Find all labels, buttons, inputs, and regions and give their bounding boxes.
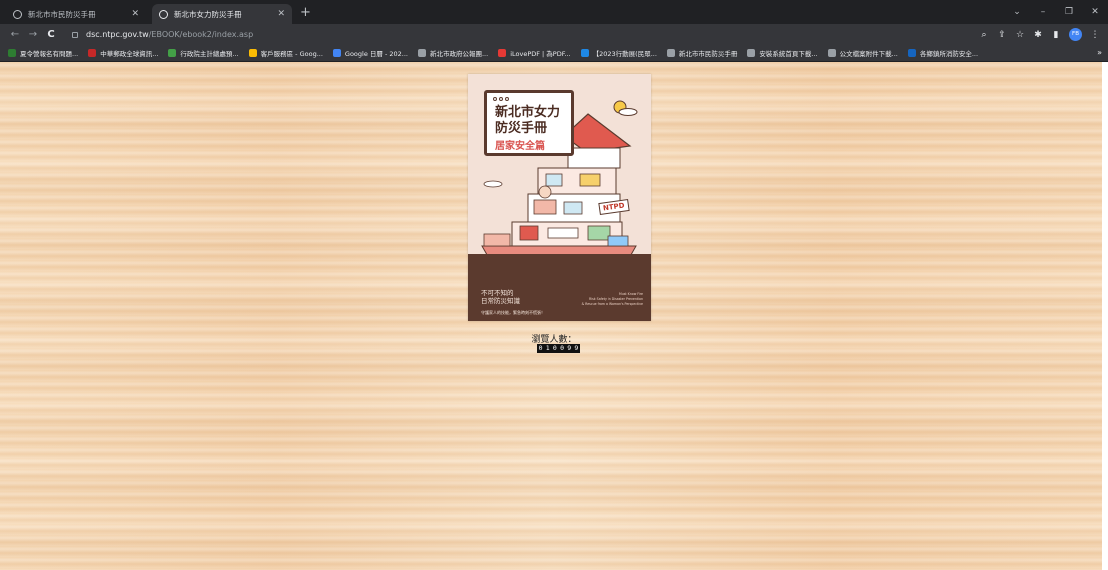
bookmark-favicon-icon xyxy=(88,49,97,57)
bookmark-item[interactable]: 公文檔案附件下載... xyxy=(827,48,898,58)
cover-tagline: 守護家人的技能，緊急時刻不慌張！ xyxy=(481,310,545,315)
bookmark-item[interactable]: 安裝系統首頁下載... xyxy=(747,48,818,58)
tab-0[interactable]: 新北市市民防災手冊 ✕ xyxy=(6,4,146,24)
bookmark-label: iLovePDF | 為PDF... xyxy=(510,50,571,58)
cover-lead-text: 不可不知的 日常防災知識 xyxy=(481,289,520,305)
counter-digit: 1 xyxy=(545,344,550,352)
bookmark-label: 客戶服務區 - Goog... xyxy=(260,50,323,58)
window-controls: ⌄ – ❐ ✕ xyxy=(1004,0,1108,24)
toolbar-actions: ⌕ ⇪ ☆ ✱ ▮ FB ⋮ xyxy=(975,24,1104,45)
lock-icon[interactable] xyxy=(72,31,78,38)
address-bar[interactable]: dsc.ntpc.gov.tw/EBOOK/ebook2/index.asp xyxy=(72,26,972,43)
cover-subtitle: 居家安全篇 xyxy=(495,141,545,152)
tab-title: 新北市市民防災手冊 xyxy=(28,9,96,19)
tab-search-icon[interactable]: ⌄ xyxy=(1004,7,1030,17)
counter-digit: 0 xyxy=(552,344,557,352)
visitor-counter: 0 1 0 0 9 9 xyxy=(537,344,580,353)
bookmark-label: 【2023行動展(民眾... xyxy=(592,50,657,58)
bookmark-item[interactable]: 新北市市民防災手冊 xyxy=(666,48,738,58)
share-icon[interactable]: ⇪ xyxy=(993,30,1011,40)
window-dots-icon xyxy=(493,97,509,101)
close-window-button[interactable]: ✕ xyxy=(1082,7,1108,17)
bookmark-item[interactable]: Google 日曆 - 202... xyxy=(332,48,408,58)
counter-digit: 9 xyxy=(567,344,572,352)
bookmark-favicon-icon xyxy=(332,49,341,57)
close-icon[interactable]: ✕ xyxy=(131,9,139,19)
bookmark-label: 各鄉鎮所消防安全... xyxy=(919,50,979,58)
bookmark-label: 公文檔案附件下載... xyxy=(839,50,898,58)
bookmark-favicon-icon xyxy=(747,49,756,57)
bookmark-item[interactable]: 各鄉鎮所消防安全... xyxy=(907,48,979,58)
counter-digit: 0 xyxy=(560,344,564,352)
bookmarks-overflow-icon[interactable]: » xyxy=(1097,48,1102,57)
cover-english-text: Must Know Fire Risk Safety in Disaster P… xyxy=(581,292,643,306)
bookmark-label: 新北市市民防災手冊 xyxy=(678,50,738,58)
bookmark-item[interactable]: 客戶服務區 - Goog... xyxy=(248,48,323,58)
tab-title: 新北市女力防災手冊 xyxy=(174,9,242,19)
cover-title: 新北市女力 防災手冊 xyxy=(495,105,561,136)
bookmark-item[interactable]: 中華郵政全球資訊... xyxy=(88,48,158,58)
minimize-button[interactable]: – xyxy=(1030,7,1056,17)
tab-strip: 新北市市民防災手冊 ✕ 新北市女力防災手冊 ✕ + ⌄ – ❐ ✕ xyxy=(0,0,1108,24)
restore-button[interactable]: ❐ xyxy=(1056,7,1082,17)
bookmark-favicon-icon xyxy=(417,49,426,57)
bookmark-favicon-icon xyxy=(168,49,177,57)
bookmark-favicon-icon xyxy=(248,49,257,57)
extensions-icon[interactable]: ✱ xyxy=(1029,30,1047,40)
side-panel-icon[interactable]: ▮ xyxy=(1047,30,1065,40)
bookmark-item[interactable]: 【2023行動展(民眾... xyxy=(580,48,657,58)
zoom-icon[interactable]: ⌕ xyxy=(975,30,993,40)
globe-icon xyxy=(13,9,22,19)
bookmark-favicon-icon xyxy=(8,49,16,57)
bookmark-item[interactable]: 夏令營報名有問題... xyxy=(8,48,78,58)
page-scroll-edge xyxy=(1102,62,1108,570)
bookmark-label: 新北市政府公報團... xyxy=(429,50,489,58)
tab-1[interactable]: 新北市女力防災手冊 ✕ xyxy=(152,4,292,24)
globe-icon xyxy=(159,9,168,19)
bookmark-favicon-icon xyxy=(666,49,675,57)
cover-title-sign: 新北市女力 防災手冊 居家安全篇 xyxy=(484,90,574,156)
cover-footer: 不可不知的 日常防災知識 守護家人的技能，緊急時刻不慌張！ Must Know … xyxy=(468,254,651,321)
browser-toolbar: ← → C dsc.ntpc.gov.tw/EBOOK/ebook2/index… xyxy=(0,24,1108,45)
bookmark-item[interactable]: iLovePDF | 為PDF... xyxy=(498,48,571,58)
bookmark-label: 安裝系統首頁下載... xyxy=(759,50,818,58)
page-background: 新北市女力 防災手冊 居家安全篇 NTPD 不可不知的 日常防災知識 守護家人的… xyxy=(0,62,1108,570)
close-icon[interactable]: ✕ xyxy=(277,9,285,19)
bookmark-item[interactable]: 新北市政府公報團... xyxy=(417,48,489,58)
ebook-cover[interactable]: 新北市女力 防災手冊 居家安全篇 NTPD 不可不知的 日常防災知識 守護家人的… xyxy=(468,74,651,321)
counter-digit: 0 xyxy=(538,344,543,352)
bookmark-favicon-icon xyxy=(907,49,916,57)
bookmark-label: 夏令營報名有問題... xyxy=(20,50,79,58)
bookmarks-bar: 夏令營報名有問題... 中華郵政全球資訊... 行政院主計總處預... 客戶服務區 -… xyxy=(0,45,1108,62)
bookmark-item[interactable]: 行政院主計總處預... xyxy=(168,48,239,58)
star-icon[interactable]: ☆ xyxy=(1011,30,1029,40)
bookmark-favicon-icon xyxy=(498,49,507,57)
bookmark-label: 行政院主計總處預... xyxy=(180,50,239,58)
address-path: /EBOOK/ebook2/index.asp xyxy=(148,30,254,39)
bookmark-label: Google 日曆 - 202... xyxy=(344,50,408,58)
forward-icon[interactable]: → xyxy=(24,29,42,40)
address-host: dsc.ntpc.gov.tw xyxy=(86,30,149,39)
new-tab-button[interactable]: + xyxy=(300,4,311,24)
counter-digit: 9 xyxy=(574,344,579,352)
reload-icon[interactable]: C xyxy=(42,29,60,40)
bookmark-favicon-icon xyxy=(827,49,836,57)
profile-avatar[interactable]: FB xyxy=(1069,28,1082,41)
menu-icon[interactable]: ⋮ xyxy=(1086,30,1104,40)
back-icon[interactable]: ← xyxy=(6,29,24,40)
bookmark-label: 中華郵政全球資訊... xyxy=(100,50,159,58)
bookmark-favicon-icon xyxy=(580,49,589,57)
